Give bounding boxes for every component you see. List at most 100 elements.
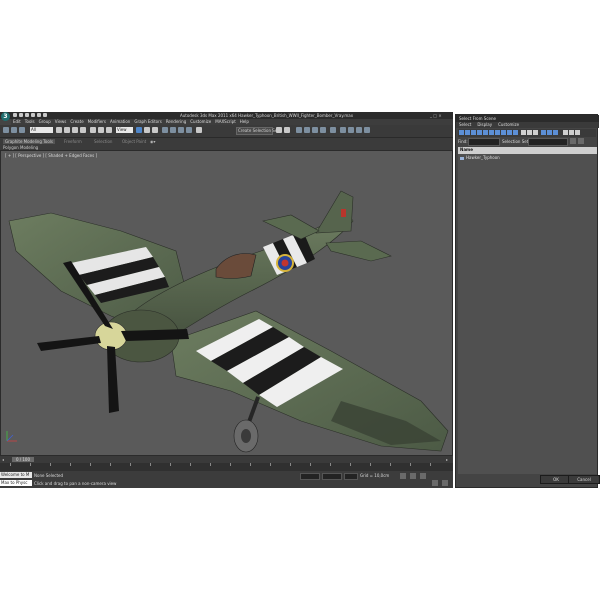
slider-right-arrow-icon[interactable]: ▸ xyxy=(446,457,448,462)
select-dependents-icon[interactable] xyxy=(553,130,558,135)
ribbon-options-icon[interactable]: ◉▾ xyxy=(150,139,156,144)
named-selection-dropdown[interactable]: Create Selection Se xyxy=(236,127,277,135)
open-file-icon[interactable] xyxy=(19,113,23,117)
track-bar[interactable] xyxy=(0,463,453,471)
next-frame-button[interactable] xyxy=(420,473,426,479)
cancel-button[interactable]: Cancel xyxy=(568,475,600,484)
close-icon[interactable]: × xyxy=(438,113,441,118)
ribbon-tab-selection[interactable]: Selection xyxy=(92,139,114,144)
bind-spacewarp-icon[interactable] xyxy=(19,127,25,133)
maxscript-listener-mini[interactable]: Welcome to M xyxy=(0,472,32,478)
selection-set-options-icon[interactable] xyxy=(570,138,576,144)
graphite-toggle-icon[interactable] xyxy=(304,127,310,133)
dialog-menu-display[interactable]: Display xyxy=(474,122,495,127)
filter-lights-icon[interactable] xyxy=(471,130,476,135)
layer-manager-icon[interactable] xyxy=(296,127,302,133)
filter-xrefs-icon[interactable] xyxy=(501,130,506,135)
window-crossing-icon[interactable] xyxy=(80,127,86,133)
selection-set-dropdown[interactable] xyxy=(528,138,568,146)
dialog-menu-select[interactable]: Select xyxy=(456,122,474,127)
zoom-icon[interactable] xyxy=(432,480,438,486)
menu-edit[interactable]: Edit xyxy=(11,119,23,124)
move-icon[interactable] xyxy=(90,127,96,133)
play-button[interactable] xyxy=(410,473,416,479)
time-slider-thumb[interactable]: 0 / 100 xyxy=(12,457,34,462)
angle-snap-icon[interactable] xyxy=(170,127,176,133)
y-coordinate-field[interactable] xyxy=(322,473,342,480)
column-chooser-icon[interactable] xyxy=(575,130,580,135)
curve-editor-icon[interactable] xyxy=(312,127,318,133)
render-production-icon[interactable] xyxy=(356,127,362,133)
mirror-icon[interactable] xyxy=(276,127,282,133)
scale-icon[interactable] xyxy=(106,127,112,133)
rotate-icon[interactable] xyxy=(98,127,104,133)
time-slider[interactable]: ◂ 0 / 100 ▸ xyxy=(0,456,453,463)
ribbon-tab-graphite[interactable]: Graphite Modeling Tools xyxy=(3,139,56,144)
app-logo-button[interactable]: 3 xyxy=(1,112,10,121)
auto-key-button[interactable] xyxy=(400,473,406,479)
menu-animation[interactable]: Animation xyxy=(108,119,132,124)
ribbon-tab-freeform[interactable]: Freeform xyxy=(62,139,84,144)
list-view-icon[interactable] xyxy=(569,130,574,135)
spinner-snap-icon[interactable] xyxy=(186,127,192,133)
display-none-icon[interactable] xyxy=(527,130,532,135)
list-item[interactable]: Hawker_Typhoon xyxy=(458,155,597,160)
menu-maxscript[interactable]: MAXScript xyxy=(213,119,238,124)
minimize-icon[interactable]: _ xyxy=(430,113,432,118)
select-manipulate-icon[interactable] xyxy=(144,127,150,133)
redo-icon[interactable] xyxy=(37,113,41,117)
z-coordinate-field[interactable] xyxy=(344,473,358,480)
find-input[interactable] xyxy=(468,138,500,146)
menu-graph-editors[interactable]: Graph Editors xyxy=(132,119,163,124)
menu-help[interactable]: Help xyxy=(238,119,251,124)
rendered-frame-icon[interactable] xyxy=(348,127,354,133)
scene-object-list[interactable]: Hawker_Typhoon xyxy=(458,154,597,474)
menu-tools[interactable]: Tools xyxy=(23,119,37,124)
rect-selection-icon[interactable] xyxy=(72,127,78,133)
menu-rendering[interactable]: Rendering xyxy=(164,119,188,124)
edit-named-sets-icon[interactable] xyxy=(196,127,202,133)
menu-create[interactable]: Create xyxy=(68,119,85,124)
keyboard-shortcut-icon[interactable] xyxy=(152,127,158,133)
filter-cameras-icon[interactable] xyxy=(477,130,482,135)
select-object-icon[interactable] xyxy=(56,127,62,133)
filter-bones-icon[interactable] xyxy=(507,130,512,135)
name-column-header[interactable]: Name xyxy=(458,147,597,154)
perspective-viewport[interactable]: [ + ] [ Perspective ] [ Shaded + Edged F… xyxy=(0,150,453,456)
ribbon-tab-object-paint[interactable]: Object Paint xyxy=(120,139,148,144)
menu-modifiers[interactable]: Modifiers xyxy=(86,119,108,124)
filter-helpers-icon[interactable] xyxy=(483,130,488,135)
render-setup-icon[interactable] xyxy=(340,127,346,133)
filter-groups-icon[interactable] xyxy=(495,130,500,135)
sync-selection-icon[interactable] xyxy=(541,130,546,135)
dialog-menu-customize[interactable]: Customize xyxy=(495,122,522,127)
x-coordinate-field[interactable] xyxy=(300,473,320,480)
pan-icon[interactable] xyxy=(442,480,448,486)
snaps-toggle-icon[interactable] xyxy=(162,127,168,133)
render-iterative-icon[interactable] xyxy=(364,127,370,133)
filter-shapes-icon[interactable] xyxy=(465,130,470,135)
new-file-icon[interactable] xyxy=(13,113,17,117)
select-children-icon[interactable] xyxy=(547,130,552,135)
schematic-view-icon[interactable] xyxy=(320,127,326,133)
link-icon[interactable] xyxy=(3,127,9,133)
menu-views[interactable]: Views xyxy=(53,119,69,124)
display-invert-icon[interactable] xyxy=(533,130,538,135)
pivot-center-icon[interactable] xyxy=(136,127,142,133)
material-editor-icon[interactable] xyxy=(330,127,336,133)
display-all-icon[interactable] xyxy=(521,130,526,135)
project-folder-icon[interactable] xyxy=(43,113,47,117)
percent-snap-icon[interactable] xyxy=(178,127,184,133)
hierarchy-view-icon[interactable] xyxy=(563,130,568,135)
align-icon[interactable] xyxy=(284,127,290,133)
reference-coord-dropdown[interactable]: View xyxy=(116,127,133,133)
maxscript-input-mini[interactable]: Max to Physc xyxy=(0,480,32,486)
selection-set-manage-icon[interactable] xyxy=(578,138,584,144)
maximize-icon[interactable]: □ xyxy=(433,113,437,118)
selection-filter-dropdown[interactable]: All xyxy=(30,127,53,133)
select-by-name-icon[interactable] xyxy=(64,127,70,133)
filter-geometry-icon[interactable] xyxy=(459,130,464,135)
undo-icon[interactable] xyxy=(31,113,35,117)
slider-left-arrow-icon[interactable]: ◂ xyxy=(2,457,4,462)
unlink-icon[interactable] xyxy=(11,127,17,133)
